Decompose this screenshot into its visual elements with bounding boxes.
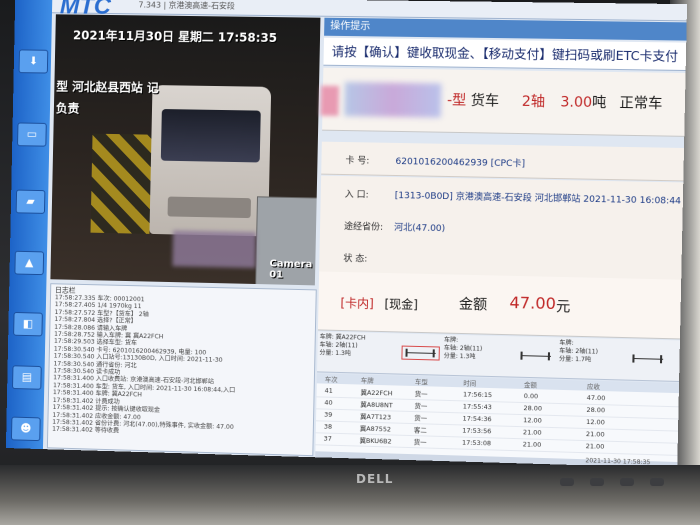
- camera-location: 型 河北赵县西站 记: [56, 79, 159, 96]
- alarm-icon[interactable]: ▲: [14, 250, 45, 276]
- entry-value: [1313-0B0D] 京港澳高速-石安段 河北邯郸站 2021-11-30 1…: [394, 191, 682, 207]
- table-cell: 41: [324, 386, 333, 395]
- amount-value: 47.00: [509, 292, 557, 314]
- table-cell: 28.00: [523, 404, 543, 413]
- pay-method: [现金]: [384, 297, 419, 312]
- monitor-brand-logo: DELL: [356, 472, 394, 486]
- plate-blur: [172, 230, 257, 269]
- title-text: 7.343 | 京港澳高速-石安段: [138, 0, 235, 11]
- axle-count: 2轴: [521, 93, 546, 111]
- log-panel[interactable]: 日志栏 17:58:27.335 车次: 00012001 17:58:27.40…: [46, 283, 317, 457]
- axle-cell-1: 车牌: 冀A22FCH 车轴: 2轴(11) 分量: 1.3吨: [319, 333, 405, 371]
- monitor-button[interactable]: [560, 478, 574, 486]
- monitor-button[interactable]: [620, 478, 634, 486]
- photo-scene: ⬇ ▭ ▰ ▲ ◧ ▤ ☻ MTC 7.343 | 京港澳高速-石安段 2021…: [0, 0, 700, 525]
- camera-feed: 2021年11月30日 星期二 17:58:35 型 河北赵县西站 记 负责 C…: [50, 14, 321, 286]
- table-cell: 客二: [413, 426, 427, 435]
- truck-grill: [167, 196, 252, 219]
- log-lines: 17:58:27.335 车次: 00012001 17:58:27.405 1/…: [52, 294, 313, 441]
- transaction-table[interactable]: 车次 车牌 车型 时间 金额 应收 41 冀A22FCH 货一 17:56:15 0.00 47.0…: [315, 373, 680, 462]
- axle-diagram-2: [516, 351, 555, 361]
- amount-label: 金额: [458, 296, 488, 314]
- table-cell: 冀A7T123: [359, 412, 392, 422]
- plate-number-blur: [344, 82, 442, 118]
- table-column-header[interactable]: 车型: [415, 377, 428, 386]
- table-cell: 0.00: [523, 391, 539, 401]
- table-cell: 21.00: [585, 442, 605, 451]
- weight-unit: 吨: [591, 94, 607, 112]
- camera-timestamp: 2021年11月30日 星期二 17:58:35: [72, 28, 278, 46]
- table-column-header[interactable]: 金额: [524, 380, 537, 389]
- table-cell: 货一: [414, 390, 428, 399]
- table-cell: 21.00: [585, 429, 605, 439]
- table-column-header[interactable]: 车次: [325, 375, 338, 384]
- vehicle-class: 货车: [470, 92, 500, 110]
- desk-surface: [0, 465, 700, 525]
- user-icon[interactable]: ☻: [10, 416, 41, 442]
- table-cell: 17:56:15: [462, 390, 493, 400]
- hazard-stripes: [90, 133, 152, 234]
- table-cell: 21.00: [522, 440, 542, 449]
- camera-icon[interactable]: ◧: [13, 311, 43, 337]
- print-icon[interactable]: ▤: [12, 365, 42, 390]
- table-cell: 冀BKU6B2: [359, 436, 392, 446]
- axle-cell-line: 分量: 1.3吨: [319, 349, 351, 358]
- table-cell: 37: [323, 434, 332, 443]
- camera-location-2: 负责: [55, 101, 80, 116]
- vehicle-status: 正常车: [619, 95, 663, 113]
- monitor-screen: ⬇ ▭ ▰ ▲ ◧ ▤ ☻ MTC 7.343 | 京港澳高速-石安段 2021…: [5, 0, 688, 469]
- table-cell: 38: [323, 422, 333, 431]
- table-column-header[interactable]: 应收: [587, 382, 600, 391]
- vehicle-weight: 3.00吨: [560, 91, 606, 112]
- table-cell: 17:54:36: [462, 414, 492, 424]
- truck-window: [160, 109, 261, 163]
- table-cell: 21.00: [522, 428, 542, 437]
- amount-unit: 元: [555, 299, 571, 316]
- operation-prompt: 请按【确认】键收取现金、【移动支付】键扫码或刷ETC卡支付: [323, 37, 687, 71]
- pay-type: [卡内]: [340, 295, 374, 311]
- table-column-header[interactable]: 时间: [463, 378, 476, 387]
- table-cell: 冀A8U8NT: [360, 400, 393, 410]
- weight-value: 3.00: [560, 94, 593, 112]
- download-icon[interactable]: ⬇: [18, 49, 49, 74]
- card-value: 6201016200462939 [CPC卡]: [395, 156, 526, 170]
- table-cell: 39: [324, 410, 333, 419]
- vehicle-type: -型 货车: [447, 90, 499, 111]
- table-cell: 货一: [414, 402, 428, 411]
- pink-blur: [320, 85, 339, 116]
- table-cell: 冀A87552: [359, 424, 392, 434]
- card-label: 卡 号:: [345, 156, 370, 167]
- table-cell: 40: [324, 398, 333, 407]
- province-value: 河北(47.00): [393, 223, 446, 235]
- state-label: 状 态:: [343, 254, 368, 265]
- folder-icon[interactable]: ▰: [15, 189, 46, 214]
- table-cell: 17:55:43: [462, 402, 492, 412]
- card-row: 卡 号: 6201016200462939 [CPC卡]: [321, 141, 685, 182]
- monitor-button[interactable]: [590, 478, 604, 486]
- amount-row: [卡内] [现金] 金额 47.00 元: [317, 271, 682, 340]
- table-column-header[interactable]: 车牌: [361, 376, 374, 385]
- table-cell: 28.00: [586, 405, 606, 415]
- table-cell: 12.00: [523, 416, 542, 425]
- table-cell: 17:53:56: [462, 426, 492, 436]
- table-cell: 货一: [414, 414, 428, 423]
- table-cell: 货一: [413, 438, 427, 447]
- axle-diagram-1: [401, 346, 439, 361]
- table-cell: 17:53:08: [461, 438, 492, 448]
- vehicle-row: -型 货车 2轴 3.00吨 正常车: [320, 67, 686, 137]
- camera-label: Camera 01: [269, 258, 313, 281]
- card-icon[interactable]: ▭: [17, 122, 47, 147]
- table-cell: 47.00: [586, 393, 606, 403]
- axle-diagram-3: [628, 354, 667, 364]
- table-cell: 12.00: [586, 417, 605, 427]
- sidebar: ⬇ ▭ ▰ ▲ ◧ ▤ ☻: [5, 0, 53, 450]
- table-cell: 冀A22FCH: [360, 388, 393, 398]
- province-label: 途经省份:: [343, 222, 384, 233]
- vehicle-type-suffix: -型: [446, 92, 467, 109]
- monitor-power-button[interactable]: [650, 478, 664, 486]
- entry-label: 入 口:: [344, 190, 369, 201]
- operation-header: 操作提示: [324, 17, 687, 41]
